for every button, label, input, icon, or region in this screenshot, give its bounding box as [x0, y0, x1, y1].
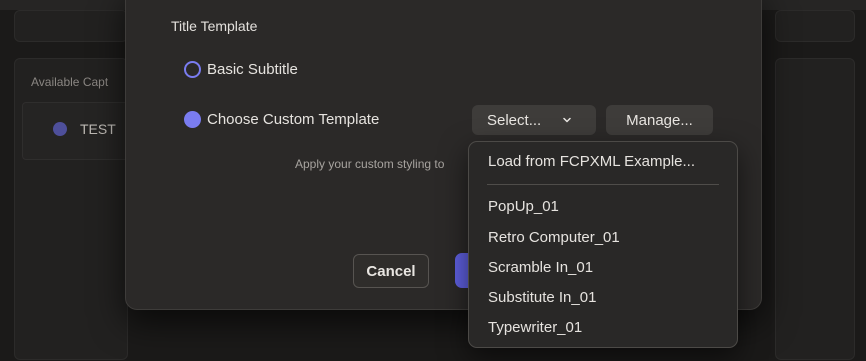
caption-color-dot — [53, 122, 67, 136]
radio-unchecked-icon — [184, 61, 201, 78]
background-side-panel — [775, 58, 855, 360]
manage-button[interactable]: Manage... — [606, 105, 713, 135]
menu-separator — [487, 184, 719, 185]
section-title: Title Template — [171, 18, 258, 34]
select-button-label: Select... — [487, 111, 542, 129]
caption-row-label: TEST — [80, 121, 116, 137]
menu-item-retro-computer-01[interactable]: Retro Computer_01 — [488, 229, 620, 246]
template-select-popup[interactable]: Select... — [472, 105, 596, 135]
background-caption-row — [22, 102, 134, 160]
chevron-down-icon — [563, 117, 571, 123]
background-section-label: Available Capt — [31, 75, 109, 89]
menu-item-typewriter-01[interactable]: Typewriter_01 — [488, 319, 582, 336]
cancel-button-label: Cancel — [366, 262, 416, 280]
background-panel-right — [775, 10, 855, 42]
radio-basic-subtitle[interactable]: Basic Subtitle — [184, 61, 298, 78]
menu-item-substitute-in-01[interactable]: Substitute In_01 — [488, 289, 596, 306]
menu-item-load-fcpxml[interactable]: Load from FCPXML Example... — [488, 153, 695, 170]
template-dropdown-menu: Load from FCPXML Example... PopUp_01 Ret… — [468, 141, 738, 348]
radio-label-basic-subtitle: Basic Subtitle — [207, 61, 298, 78]
menu-item-scramble-in-01[interactable]: Scramble In_01 — [488, 259, 593, 276]
radio-label-custom-template: Choose Custom Template — [207, 111, 380, 128]
menu-item-popup-01[interactable]: PopUp_01 — [488, 198, 559, 215]
radio-checked-icon — [184, 111, 201, 128]
cancel-button[interactable]: Cancel — [353, 254, 429, 288]
manage-button-label: Manage... — [626, 111, 693, 129]
background-panel-left — [14, 10, 128, 42]
hint-text: Apply your custom styling to — [295, 157, 445, 171]
radio-custom-template[interactable]: Choose Custom Template — [184, 111, 379, 128]
